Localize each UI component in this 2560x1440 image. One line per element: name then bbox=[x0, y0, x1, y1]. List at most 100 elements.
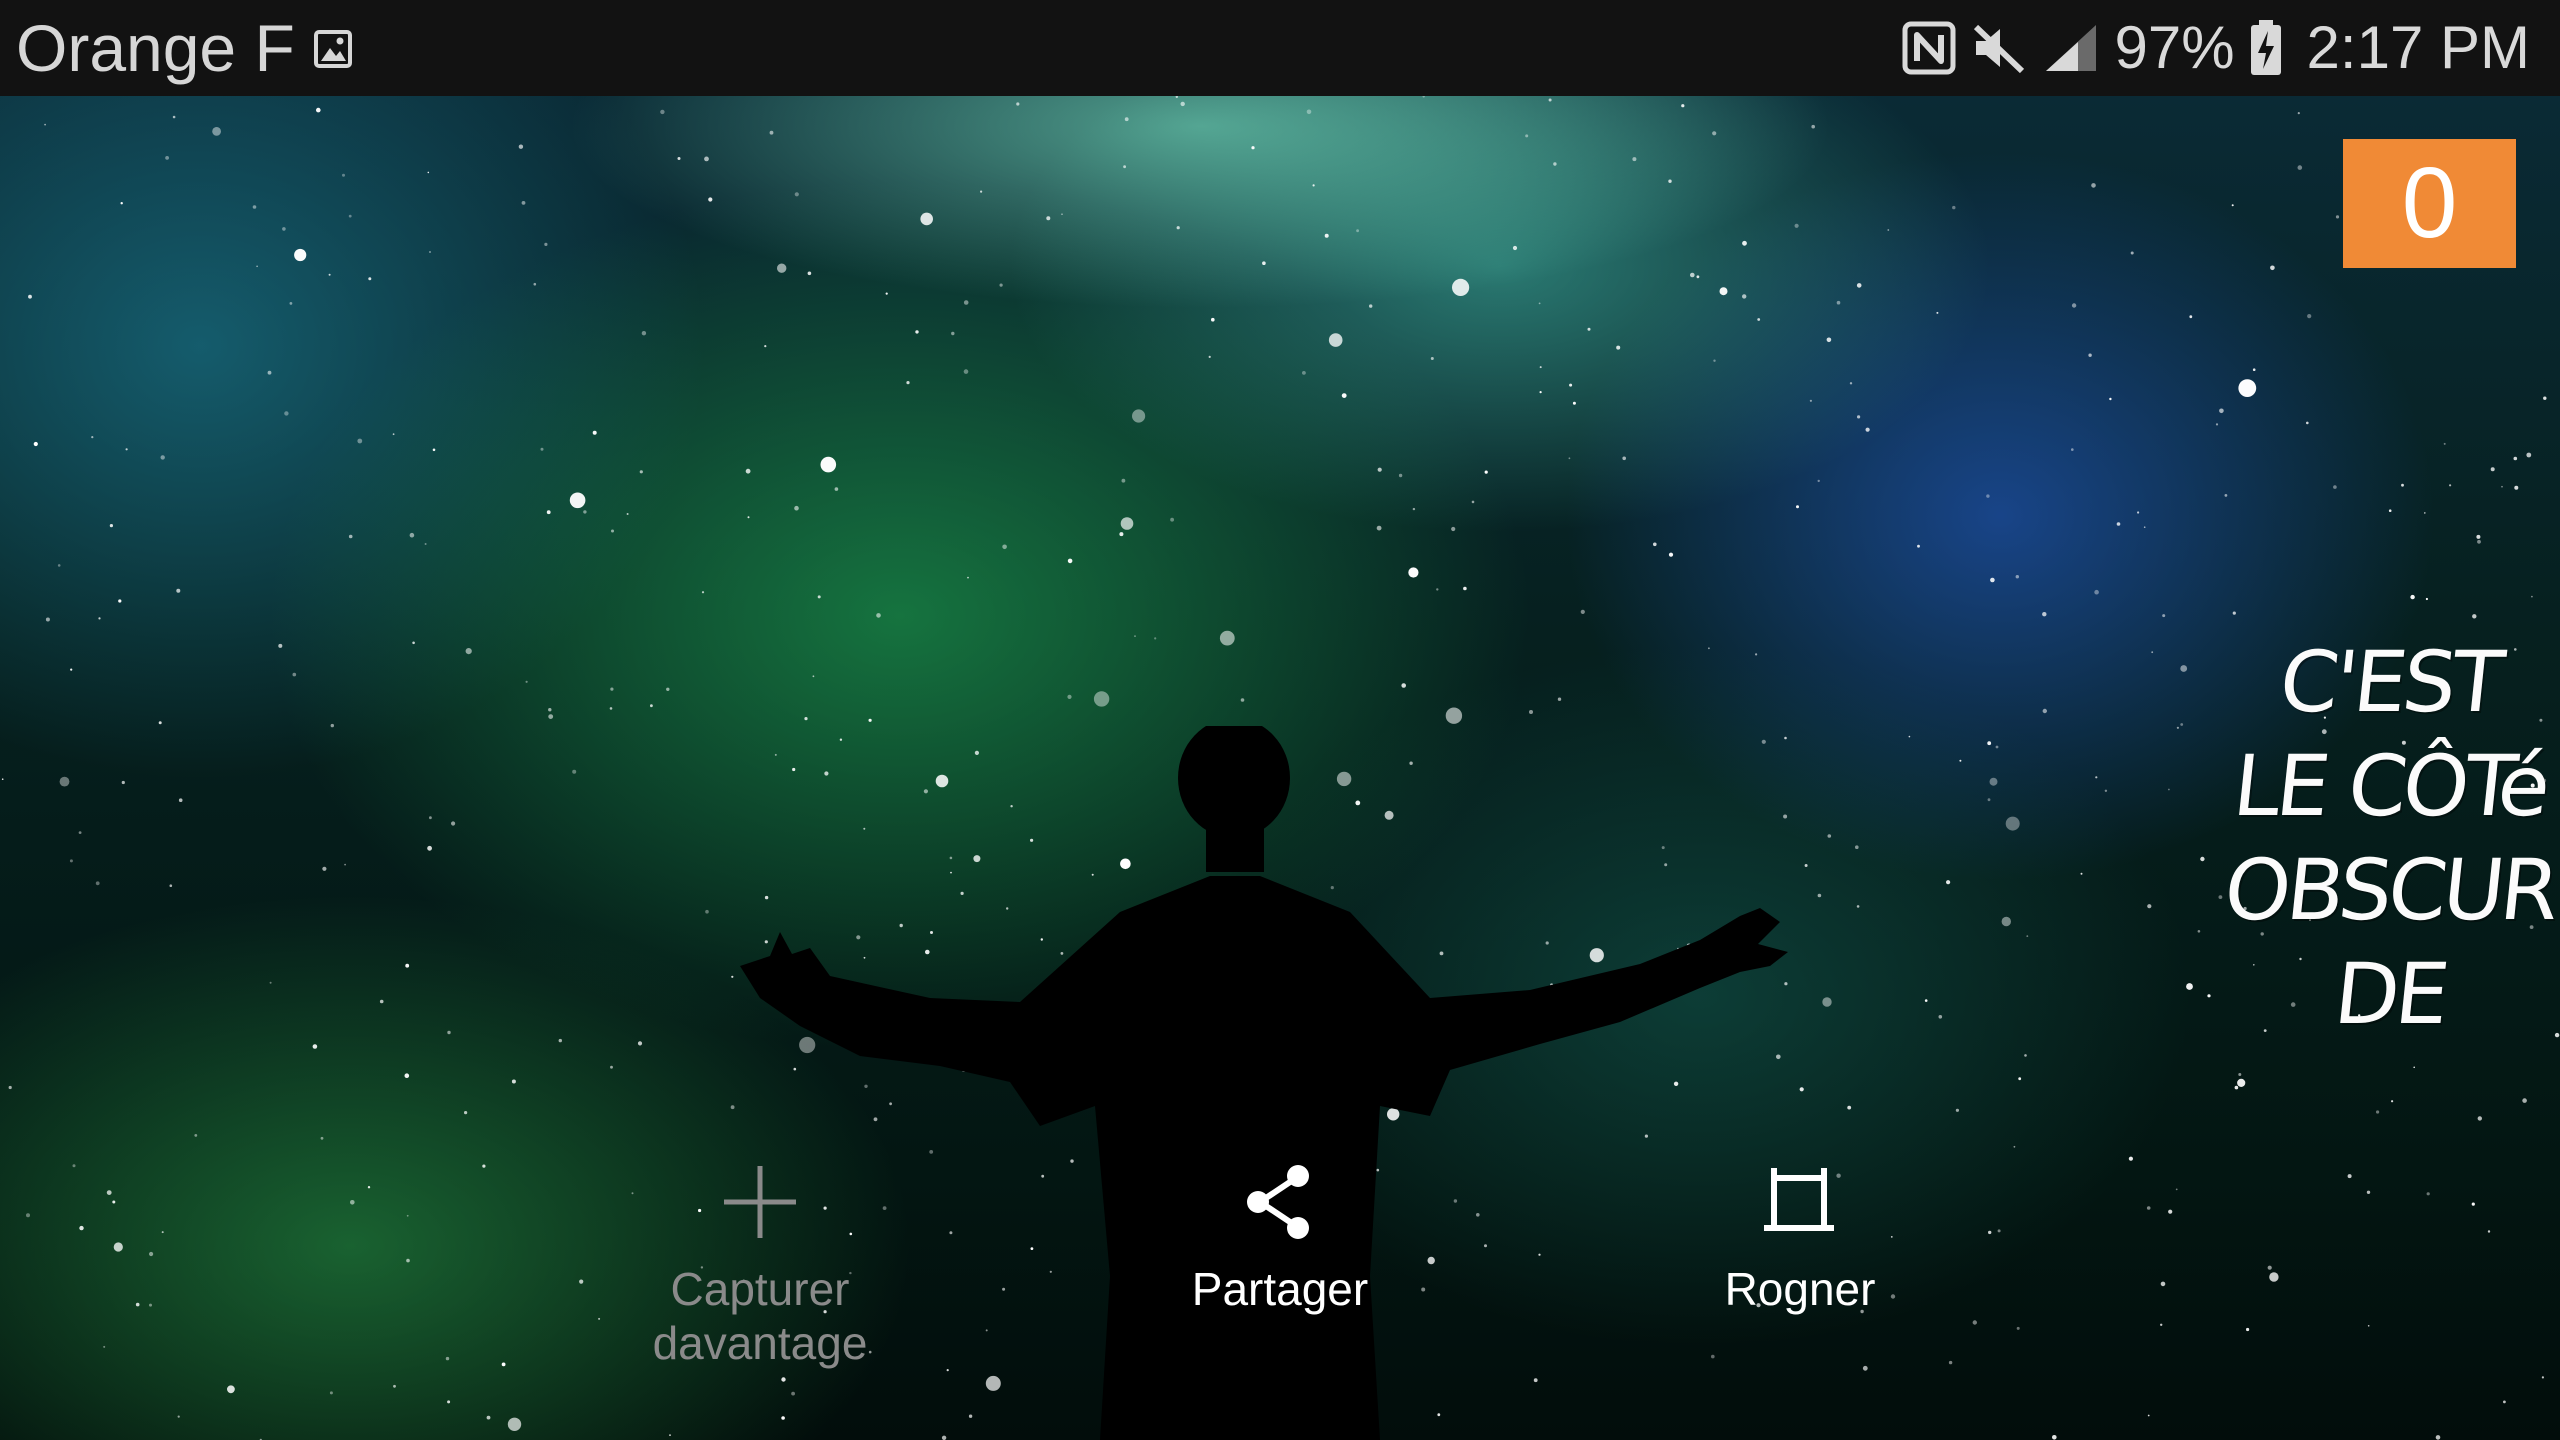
counter-badge: 0 bbox=[2343, 139, 2516, 268]
star bbox=[1632, 157, 1637, 162]
star bbox=[704, 156, 709, 162]
star bbox=[1124, 117, 1129, 122]
star bbox=[256, 265, 258, 268]
star bbox=[1809, 399, 1812, 402]
star bbox=[2376, 1110, 2380, 1114]
quote-text: C'EST LE CÔTé OBSCUR DE bbox=[2180, 630, 2560, 1046]
star bbox=[2168, 788, 2170, 791]
star bbox=[2477, 539, 2481, 544]
status-icons: 97% 2:17 PM bbox=[1902, 0, 2530, 96]
share-icon bbox=[1247, 1165, 1309, 1239]
star bbox=[72, 1164, 76, 1168]
star bbox=[2013, 1145, 2016, 1148]
star bbox=[1398, 473, 1403, 478]
star bbox=[1240, 698, 1245, 702]
star bbox=[1120, 517, 1134, 530]
star bbox=[507, 1417, 522, 1432]
crop-button[interactable]: Rogner bbox=[1600, 1160, 2000, 1316]
star bbox=[357, 438, 363, 444]
star bbox=[2005, 816, 2020, 831]
star bbox=[98, 617, 101, 620]
star bbox=[1569, 383, 1573, 387]
star bbox=[2306, 421, 2309, 425]
star bbox=[583, 510, 587, 514]
star bbox=[967, 576, 969, 579]
star bbox=[70, 668, 73, 671]
star bbox=[2476, 534, 2481, 539]
star bbox=[1811, 124, 1815, 129]
star bbox=[2175, 1188, 2178, 1191]
star bbox=[269, 981, 272, 984]
star bbox=[747, 516, 750, 519]
star bbox=[2128, 1156, 2133, 1161]
star bbox=[348, 534, 353, 539]
star bbox=[610, 687, 614, 691]
star bbox=[1471, 500, 1475, 504]
star bbox=[1539, 391, 1542, 394]
star bbox=[963, 369, 969, 374]
star bbox=[2471, 1202, 2475, 1206]
star bbox=[548, 714, 554, 719]
star bbox=[1176, 226, 1180, 230]
star bbox=[1712, 131, 1717, 136]
star bbox=[1817, 479, 1820, 483]
star bbox=[405, 963, 410, 968]
star bbox=[1408, 567, 1419, 578]
star bbox=[1938, 1015, 1943, 1019]
star bbox=[1422, 96, 1425, 98]
star bbox=[1572, 401, 1576, 405]
star bbox=[165, 156, 170, 160]
star bbox=[2269, 1272, 2279, 1282]
star bbox=[367, 1186, 371, 1189]
star bbox=[2168, 1209, 2173, 1214]
star bbox=[1553, 162, 1557, 166]
star bbox=[2388, 509, 2392, 512]
star bbox=[1622, 456, 1626, 461]
star bbox=[2333, 485, 2337, 489]
star bbox=[379, 999, 384, 1004]
star bbox=[1713, 359, 1716, 362]
star bbox=[1794, 223, 1799, 228]
star bbox=[393, 1384, 396, 1388]
star bbox=[764, 345, 767, 348]
star bbox=[2443, 442, 2446, 445]
star bbox=[429, 251, 431, 253]
star bbox=[540, 447, 544, 451]
star bbox=[1952, 205, 1956, 210]
star bbox=[1908, 735, 1911, 738]
star bbox=[292, 672, 297, 677]
star bbox=[1180, 101, 1185, 107]
star bbox=[731, 975, 734, 978]
star bbox=[1986, 494, 1990, 498]
star bbox=[1990, 577, 1995, 583]
star bbox=[1690, 272, 1695, 278]
star bbox=[79, 1225, 84, 1231]
star bbox=[2490, 467, 2495, 472]
star bbox=[91, 436, 94, 439]
carrier-name: Orange F bbox=[16, 11, 295, 85]
star bbox=[1452, 278, 1470, 296]
star bbox=[2094, 589, 2099, 595]
star bbox=[2052, 1435, 2057, 1440]
star bbox=[45, 617, 50, 622]
star bbox=[569, 492, 586, 509]
star bbox=[1067, 558, 1073, 564]
star bbox=[486, 1415, 491, 1420]
star bbox=[511, 1079, 516, 1084]
star bbox=[464, 1111, 468, 1115]
capture-more-button[interactable]: Capturer davantage bbox=[560, 1160, 960, 1370]
star bbox=[69, 859, 73, 863]
share-button[interactable]: Partager bbox=[1080, 1160, 1480, 1316]
star bbox=[1742, 294, 1747, 299]
star bbox=[518, 144, 524, 149]
star bbox=[666, 687, 670, 691]
star bbox=[2016, 1326, 2020, 1330]
star bbox=[2487, 1230, 2491, 1233]
star bbox=[2231, 204, 2234, 207]
star bbox=[963, 300, 969, 305]
star bbox=[322, 866, 327, 871]
star bbox=[1826, 337, 1832, 343]
star bbox=[1306, 109, 1312, 115]
star bbox=[112, 1200, 116, 1204]
star bbox=[1924, 999, 1928, 1002]
